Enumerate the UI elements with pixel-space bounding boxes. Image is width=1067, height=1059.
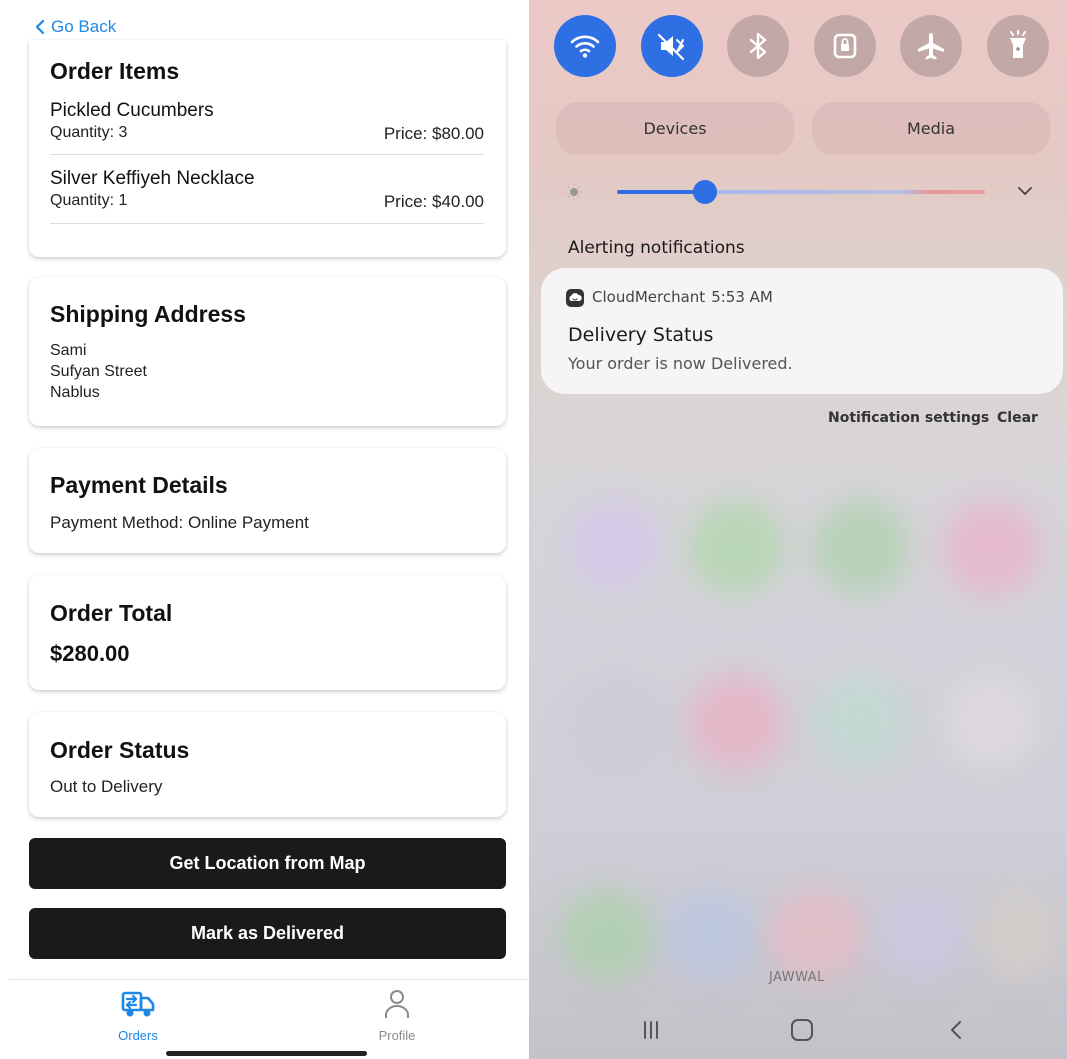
bluetooth-icon <box>749 32 767 60</box>
blurred-app-icon <box>664 890 759 980</box>
payment-title: Payment Details <box>50 472 228 498</box>
flashlight-icon <box>1010 30 1026 58</box>
shipping-address-card: Shipping Address Sami Sufyan Street Nabl… <box>29 277 506 426</box>
notification-settings-button[interactable]: Notification settings <box>828 410 989 426</box>
payment-details-card: Payment Details Payment Method: Online P… <box>29 448 506 553</box>
order-items-title: Order Items <box>50 58 180 84</box>
carrier-label: JAWWAL <box>769 970 825 985</box>
notification-shade: Devices Media Alerting notifications Clo… <box>529 0 1067 1059</box>
brightness-slider-fill <box>617 190 706 194</box>
blurred-app-icon <box>944 500 1039 595</box>
order-total-amount: $280.00 <box>50 641 130 666</box>
cloudmerchant-app-icon <box>566 289 584 307</box>
devices-button[interactable]: Devices <box>556 102 794 155</box>
blurred-app-icon <box>979 890 1059 980</box>
notification-app-name: CloudMerchant <box>592 288 706 306</box>
media-button[interactable]: Media <box>812 102 1050 155</box>
shipping-name: Sami <box>50 342 87 359</box>
bluetooth-toggle[interactable] <box>727 15 789 77</box>
shipping-street: Sufyan Street <box>50 363 147 380</box>
blurred-app-icon <box>689 500 784 595</box>
shipping-city: Nablus <box>50 384 100 401</box>
go-back-label: Go Back <box>51 17 117 36</box>
blurred-app-icon <box>944 675 1039 770</box>
payment-method: Payment Method: Online Payment <box>50 513 309 532</box>
order-total-title: Order Total <box>50 600 173 626</box>
tab-profile[interactable]: Profile <box>337 980 457 1050</box>
item-quantity: Quantity: 1 <box>50 192 128 209</box>
chevron-down-icon[interactable] <box>1017 185 1033 197</box>
blurred-app-icon <box>814 675 909 770</box>
tab-orders[interactable]: Orders <box>78 980 198 1050</box>
chevron-left-icon <box>35 19 45 35</box>
alerting-notifications-header: Alerting notifications <box>568 238 745 258</box>
recent-apps-icon[interactable] <box>636 1016 666 1044</box>
blurred-app-icon <box>689 675 784 770</box>
wifi-toggle[interactable] <box>554 15 616 77</box>
item-price: Price: $40.00 <box>383 192 484 211</box>
order-status-title: Order Status <box>50 737 190 763</box>
item-quantity: Quantity: 3 <box>50 124 128 141</box>
airplane-icon <box>918 33 944 60</box>
item-name: Silver Keffiyeh Necklace <box>50 168 255 189</box>
rotation-lock-toggle[interactable] <box>814 15 876 77</box>
flashlight-toggle[interactable] <box>987 15 1049 77</box>
blurred-app-icon <box>559 890 654 980</box>
order-items-card: Order Items Pickled Cucumbers Quantity: … <box>29 40 506 257</box>
system-nav-bar <box>529 996 1067 1059</box>
notification-body: Your order is now Delivered. <box>568 354 793 373</box>
mark-delivered-button[interactable]: Mark as Delivered <box>29 908 506 959</box>
brightness-icon <box>566 184 582 200</box>
order-item: Pickled Cucumbers Quantity: 3 Price: $80… <box>50 100 484 155</box>
tab-orders-label: Orders <box>118 1028 158 1043</box>
order-details-screen: Go Back Order Items Pickled Cucumbers Qu… <box>0 0 528 1059</box>
shipping-title: Shipping Address <box>50 301 246 327</box>
person-icon <box>385 990 409 1018</box>
rotation-lock-icon <box>833 33 857 59</box>
tab-profile-label: Profile <box>378 1028 416 1043</box>
go-back-link[interactable]: Go Back <box>34 14 116 40</box>
brightness-slider-track[interactable] <box>705 190 985 194</box>
order-status-value: Out to Delivery <box>50 777 163 796</box>
notification-card[interactable]: CloudMerchant 5:53 AM Delivery Status You… <box>541 268 1063 394</box>
bottom-tab-bar: Orders Profile <box>9 979 528 1059</box>
notification-title: Delivery Status <box>568 324 714 346</box>
blurred-app-icon <box>814 500 909 595</box>
blurred-app-icon <box>769 890 864 980</box>
order-status-card: Order Status Out to Delivery <box>29 712 506 817</box>
brightness-slider-thumb[interactable] <box>693 180 718 204</box>
item-name: Pickled Cucumbers <box>50 100 214 121</box>
blurred-app-icon <box>569 675 664 770</box>
wifi-icon <box>570 35 600 58</box>
blurred-app-icon <box>874 890 969 980</box>
order-item: Silver Keffiyeh Necklace Quantity: 1 Pri… <box>50 168 484 224</box>
get-location-button[interactable]: Get Location from Map <box>29 838 506 889</box>
mute-icon <box>657 33 685 61</box>
delivery-truck-icon <box>121 991 155 1017</box>
item-price: Price: $80.00 <box>383 124 484 143</box>
blurred-app-icon <box>569 500 659 590</box>
clear-notifications-button[interactable]: Clear <box>997 410 1038 426</box>
order-total-card: Order Total $280.00 <box>29 575 506 690</box>
home-indicator[interactable] <box>166 1051 367 1056</box>
back-icon[interactable] <box>942 1016 972 1044</box>
mute-toggle[interactable] <box>641 15 703 77</box>
home-icon[interactable] <box>787 1016 817 1044</box>
notification-time: 5:53 AM <box>711 288 773 306</box>
airplane-toggle[interactable] <box>900 15 962 77</box>
